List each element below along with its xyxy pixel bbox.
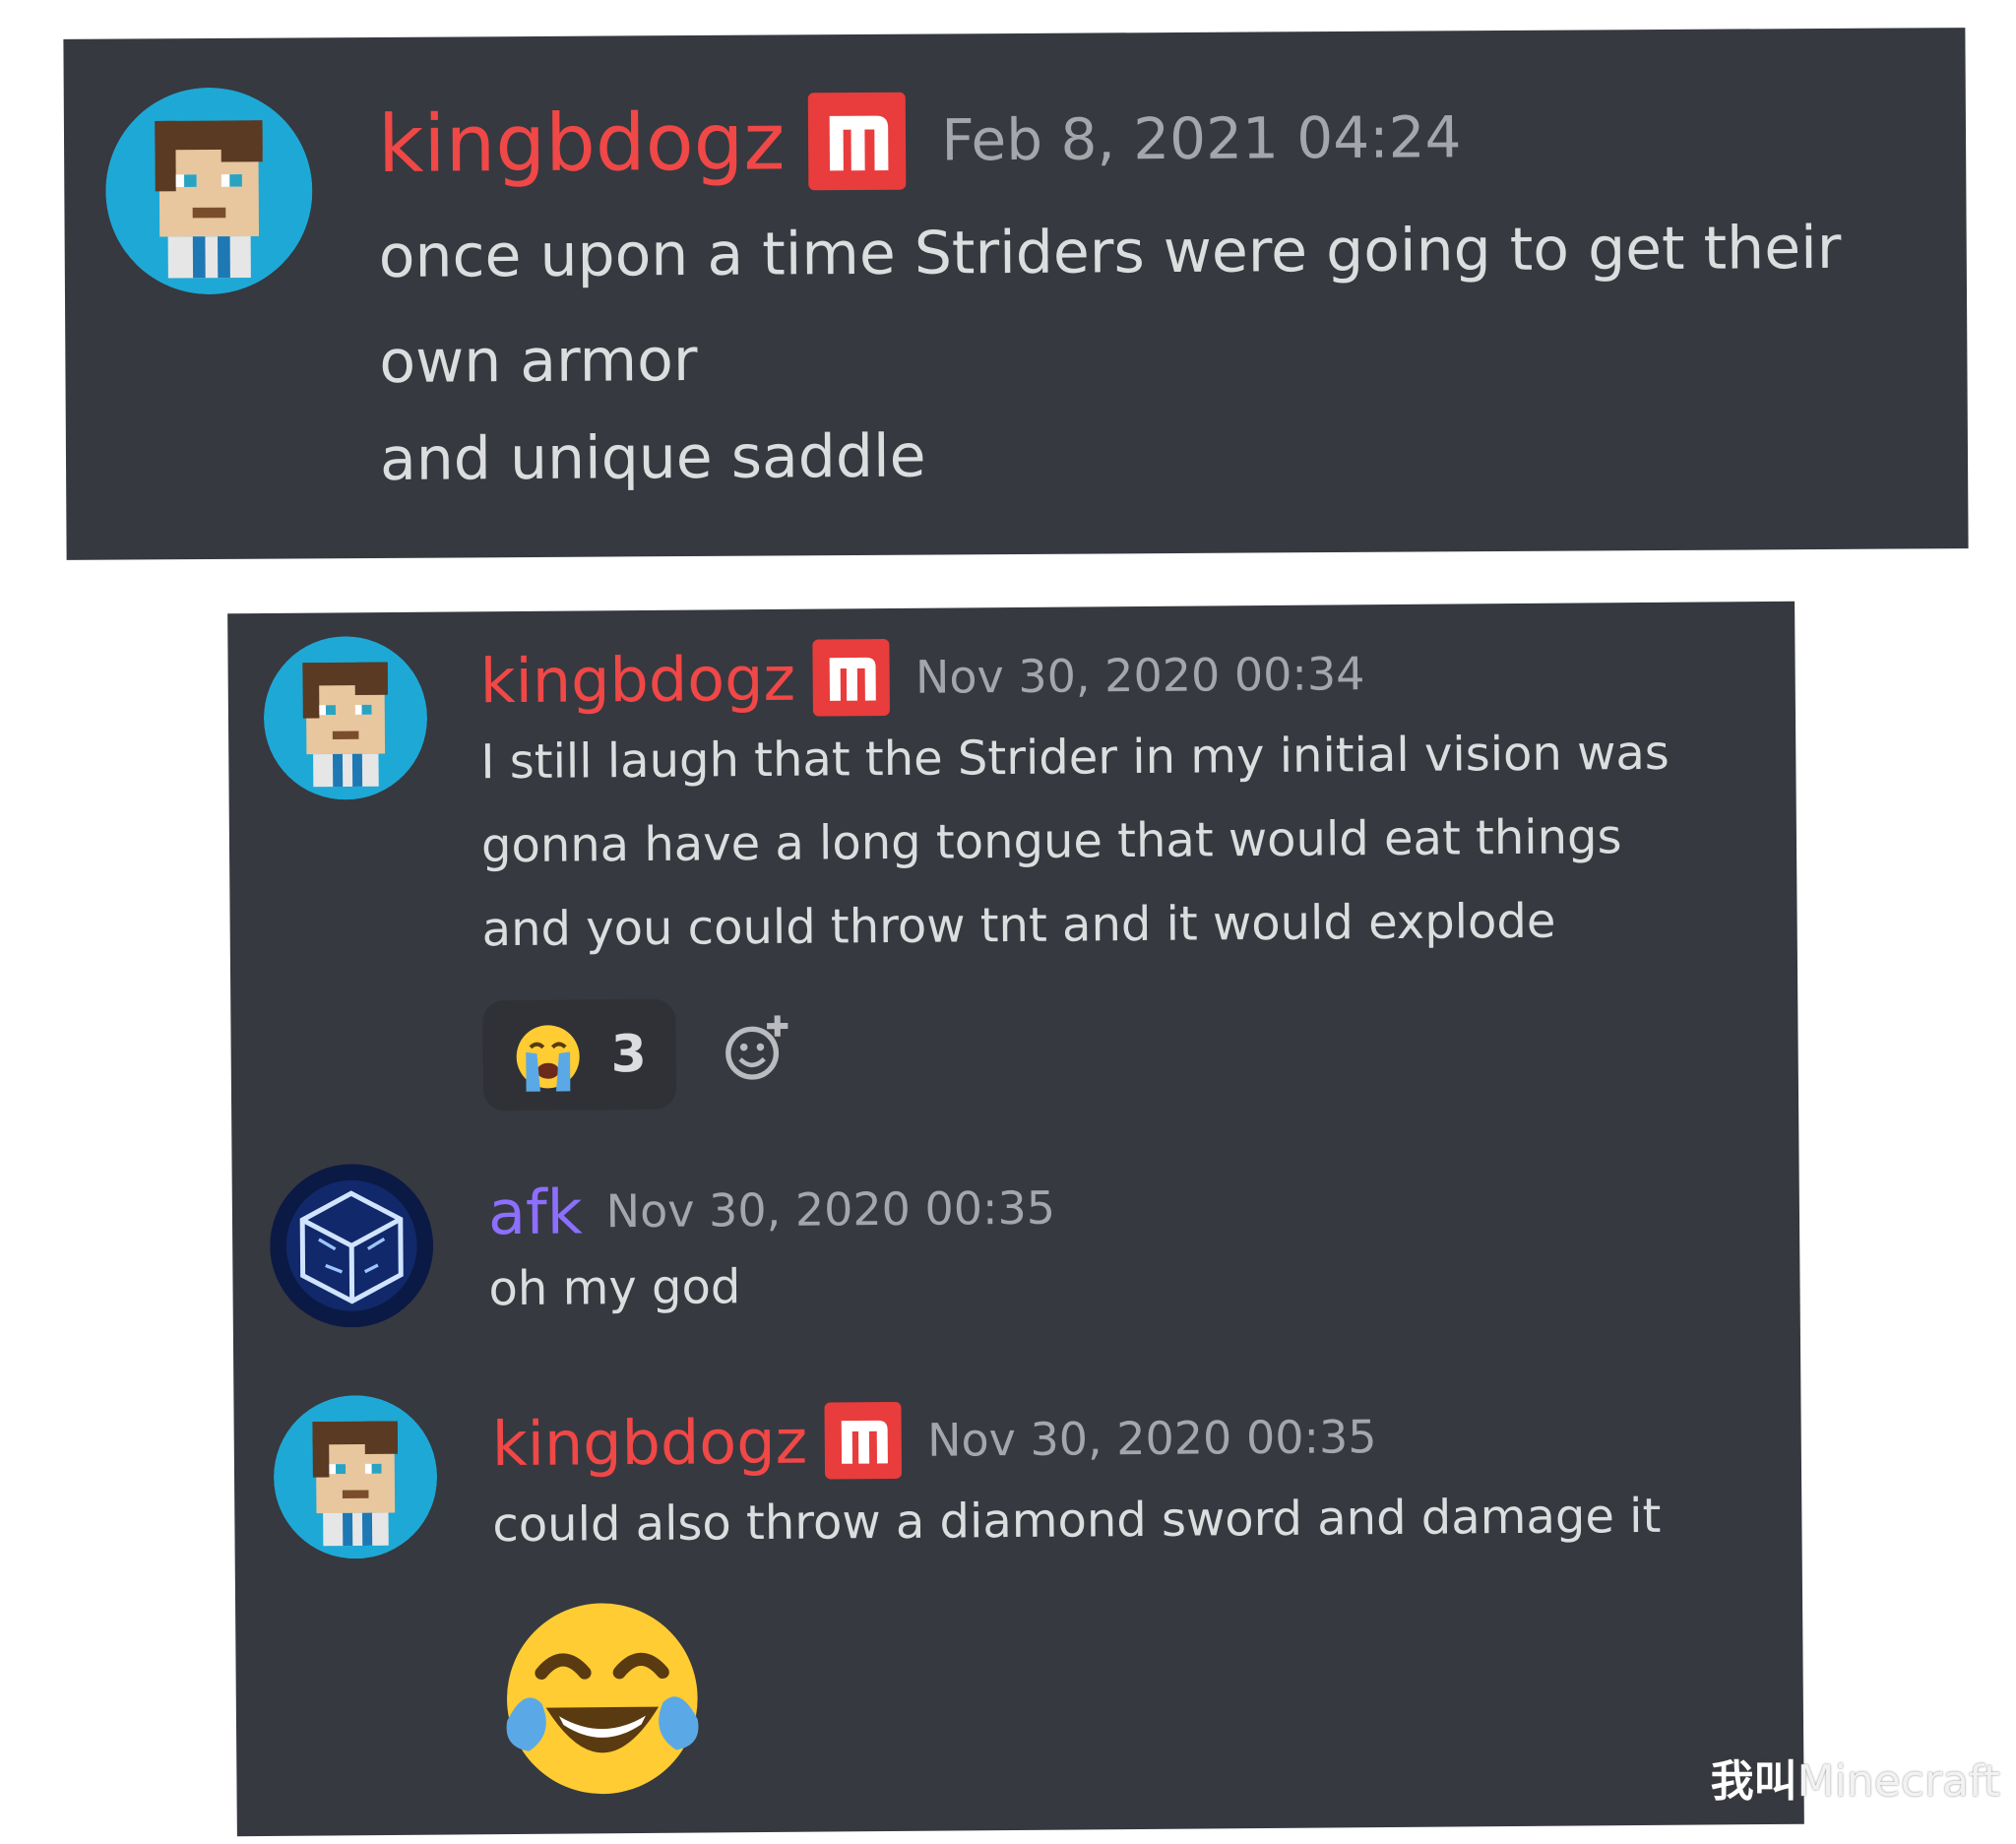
message-header: kingbdogz Nov 30, 2020 00:34: [479, 634, 1365, 720]
minecraft-head-icon: [263, 636, 427, 800]
tears-of-joy-icon: [493, 1589, 712, 1808]
message-panel-bottom: kingbdogz Nov 30, 2020 00:34 I still lau…: [227, 601, 1804, 1837]
message-header: kingbdogz Feb 8, 2021 04:24: [378, 90, 1462, 191]
crying-face-icon: [516, 1025, 580, 1092]
message-header: kingbdogz Nov 30, 2020 00:35: [491, 1397, 1377, 1483]
avatar[interactable]: [263, 636, 427, 800]
reaction-count: 3: [610, 1024, 648, 1085]
mojang-m-badge-icon: [808, 92, 907, 190]
watermark: 我叫Minecraft: [1711, 1746, 2000, 1809]
username[interactable]: afk: [488, 1176, 583, 1248]
message-line: own armor: [379, 325, 698, 397]
watermark-latin: Minecraft: [1796, 1756, 2000, 1807]
username[interactable]: kingbdogz: [378, 95, 786, 190]
message-line: oh my god: [488, 1259, 741, 1317]
watermark-cjk: 我叫: [1710, 1756, 1797, 1807]
minecraft-head-icon: [274, 1395, 438, 1559]
minecraft-head-icon: [105, 88, 313, 295]
message: kingbdogz Nov 30, 2020 00:34 I still lau…: [227, 602, 1798, 1112]
message-line: I still laugh that the Strider in my ini…: [480, 725, 1670, 791]
add-reaction-icon[interactable]: [719, 1011, 794, 1087]
message-line: could also throw a diamond sword and dam…: [492, 1488, 1662, 1554]
timestamp: Nov 30, 2020 00:34: [914, 647, 1365, 704]
message-line: and unique saddle: [379, 421, 926, 494]
timestamp: Nov 30, 2020 00:35: [605, 1180, 1056, 1239]
timestamp: Nov 30, 2020 00:35: [926, 1410, 1377, 1467]
message-line: gonna have a long tongue that would eat …: [480, 809, 1622, 874]
message-line: once upon a time Striders were going to …: [378, 213, 1842, 291]
message-panel-top: kingbdogz Feb 8, 2021 04:24 once upon a …: [63, 28, 1969, 560]
message: kingbdogz Feb 8, 2021 04:24 once upon a …: [63, 28, 1968, 560]
avatar[interactable]: [105, 87, 313, 295]
message: kingbdogz Nov 30, 2020 00:35 could also …: [233, 1384, 1803, 1829]
message: afk Nov 30, 2020 00:35 oh my god: [232, 1153, 1801, 1381]
username[interactable]: kingbdogz: [479, 642, 795, 717]
mojang-m-badge-icon: [812, 638, 891, 717]
glitch-cube-icon: [270, 1164, 434, 1328]
message-header: afk Nov 30, 2020 00:35: [488, 1169, 1056, 1252]
reaction-pill[interactable]: 3: [482, 998, 677, 1112]
timestamp: Feb 8, 2021 04:24: [941, 103, 1462, 174]
avatar[interactable]: [273, 1395, 438, 1559]
avatar[interactable]: [270, 1164, 434, 1328]
message-line: and you could throw tnt and it would exp…: [481, 893, 1556, 958]
username[interactable]: kingbdogz: [491, 1405, 807, 1480]
mojang-m-badge-icon: [824, 1401, 903, 1480]
